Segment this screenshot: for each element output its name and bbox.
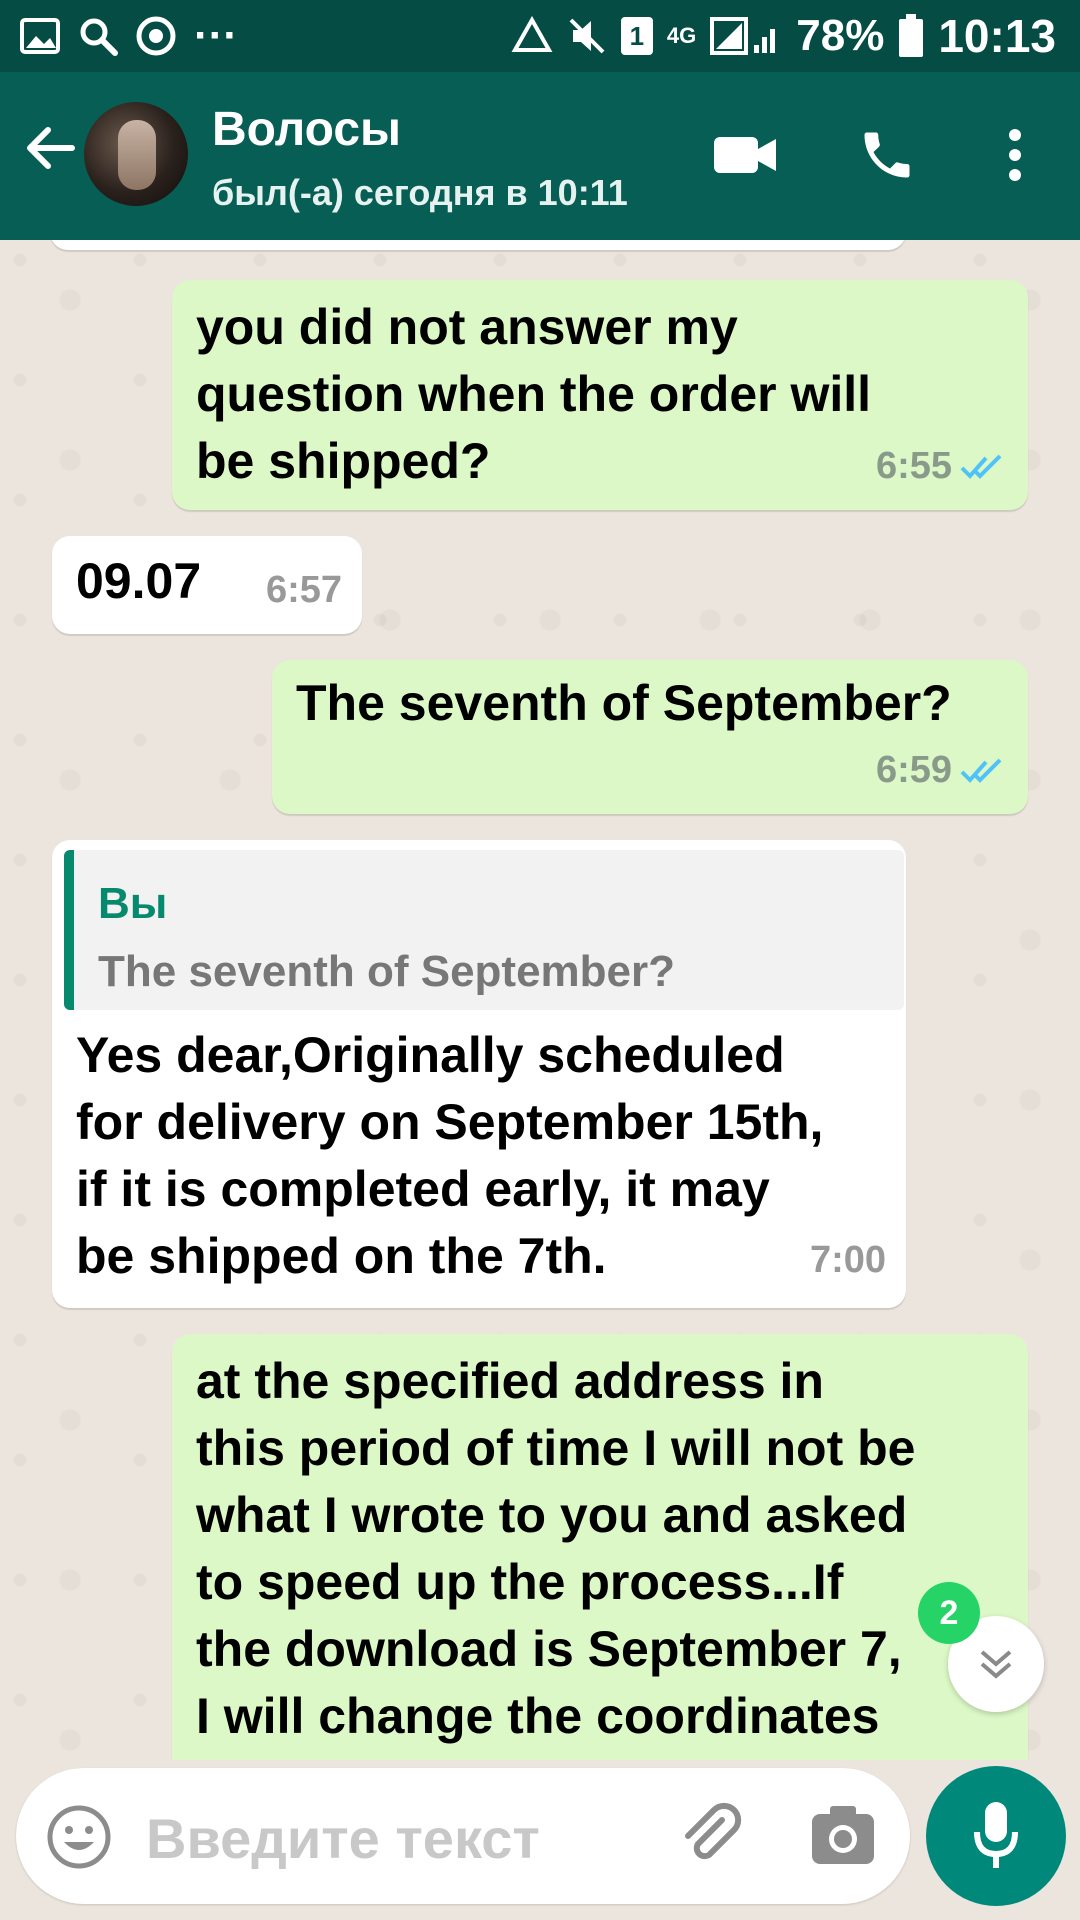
avatar[interactable] bbox=[84, 102, 188, 206]
message-meta: 6:55 bbox=[876, 433, 1006, 500]
incoming-message[interactable]: Вы The seventh of September? Yes dear,Or… bbox=[52, 840, 906, 1308]
attach-icon[interactable] bbox=[676, 1800, 748, 1872]
incoming-message[interactable]: 09.07 6:57 bbox=[52, 536, 362, 634]
chat-header: Волосы был(-а) сегодня в 10:11 bbox=[0, 72, 1080, 240]
search-notification-icon bbox=[78, 16, 118, 56]
clock: 10:13 bbox=[938, 10, 1056, 62]
mic-icon bbox=[974, 1802, 1018, 1868]
status-bar: ··· 1 4G 78% 10:13 bbox=[0, 0, 1080, 72]
message-time: 7:00 bbox=[809, 1239, 886, 1281]
reply-quote[interactable]: Вы The seventh of September? bbox=[64, 850, 904, 1010]
more-notifications: ··· bbox=[194, 11, 238, 60]
message-text: The seventh of September? bbox=[296, 675, 952, 731]
message-input[interactable]: Введите текст bbox=[146, 1806, 540, 1871]
contact-name[interactable]: Волосы bbox=[212, 102, 401, 157]
message-time: 6:59 bbox=[875, 749, 952, 791]
double-check-icon bbox=[960, 758, 1002, 783]
video-call-icon[interactable] bbox=[710, 120, 780, 190]
message-bubble-partial[interactable] bbox=[50, 240, 906, 250]
last-seen: был(-а) сегодня в 10:11 bbox=[212, 172, 628, 213]
reply-author: Вы bbox=[98, 879, 168, 928]
back-arrow-icon[interactable] bbox=[22, 120, 78, 176]
outgoing-message[interactable]: at the specified address in this period … bbox=[172, 1334, 1028, 1760]
message-meta: 6:57 bbox=[266, 557, 342, 624]
gallery-notification-icon bbox=[20, 18, 60, 54]
battery-icon bbox=[898, 14, 924, 58]
double-check-icon bbox=[960, 454, 1002, 479]
chevron-down-icon bbox=[980, 1650, 1012, 1679]
mic-button[interactable] bbox=[926, 1766, 1066, 1906]
message-composer: Введите текст bbox=[16, 1768, 910, 1904]
sim-icon: 1 bbox=[620, 17, 653, 55]
mute-icon bbox=[567, 16, 607, 56]
emoji-icon[interactable] bbox=[46, 1804, 112, 1870]
message-time: 6:55 bbox=[875, 445, 952, 487]
unread-count-badge: 2 bbox=[918, 1582, 980, 1644]
message-list[interactable]: you did not answer my question when the … bbox=[0, 240, 1080, 1760]
message-meta: 6:59 bbox=[876, 737, 1006, 804]
reply-text: The seventh of September? bbox=[98, 947, 676, 996]
message-text: you did not answer my question when the … bbox=[196, 299, 872, 489]
recycle-icon bbox=[511, 16, 553, 56]
network-type: 4G bbox=[666, 23, 697, 48]
outgoing-message[interactable]: you did not answer my question when the … bbox=[172, 280, 1028, 510]
message-text: at the specified address in this period … bbox=[196, 1353, 916, 1744]
signal-icon bbox=[710, 15, 782, 57]
message-text: 09.07 bbox=[76, 553, 202, 609]
camera-icon[interactable] bbox=[810, 1804, 876, 1866]
more-vert-icon[interactable] bbox=[980, 120, 1050, 190]
message-meta: 7:00 bbox=[810, 1227, 886, 1294]
phone-icon[interactable] bbox=[852, 120, 922, 190]
chrome-notification-icon bbox=[136, 16, 176, 56]
outgoing-message[interactable]: The seventh of September? 6:59 bbox=[272, 660, 1028, 814]
message-time: 6:57 bbox=[265, 569, 342, 611]
message-text: Yes dear,Originally scheduled for delive… bbox=[76, 1027, 824, 1284]
battery-percent: 78% bbox=[796, 11, 885, 60]
